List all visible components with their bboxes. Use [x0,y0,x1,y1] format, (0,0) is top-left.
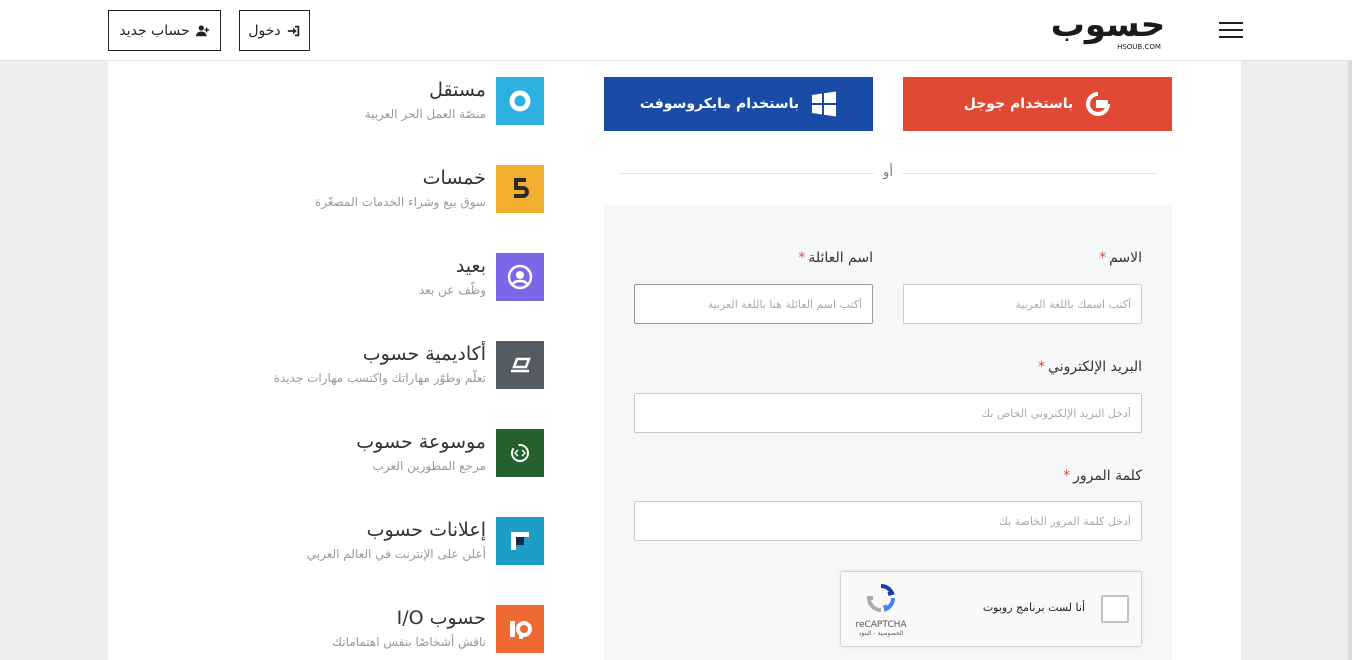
app-subtitle: أعلن على الإنترنت في العالم العربي [306,547,486,561]
password-input[interactable] [634,501,1142,541]
app-title: حسوب I/O [396,607,486,629]
app-subtitle: ناقش أشخاصًا بنفس اهتماماتك [332,635,486,649]
top-header: حسوب HSOUB.COM دخول حساب جديد [0,0,1352,61]
app-subtitle: مرجع المطورين العرب [372,459,486,473]
recaptcha-icon [866,583,896,612]
app-subtitle: منصّة العمل الحر العربية [364,107,486,121]
login-button[interactable]: دخول [239,10,310,51]
svg-text:حسوب: حسوب [1053,6,1163,45]
hsoub-logo[interactable]: حسوب HSOUB.COM [1051,5,1166,52]
menu-icon[interactable] [1219,22,1243,38]
app-subtitle: سوق بيع وشراء الخدمات المصغّرة [314,195,486,209]
mostaql-icon [496,77,544,125]
email-input[interactable] [634,393,1142,433]
app-item-academy[interactable]: أكاديمية حسوب تعلّم وطوّر مهاراتك واكتسب… [108,341,544,401]
google-label: باستخدام جوجل [963,96,1074,112]
signup-label: حساب جديد [119,22,190,39]
app-subtitle: تعلّم وطوّر مهاراتك واكتسب مهارات جديدة [273,371,486,385]
app-subtitle: وظّف عن بعد [418,283,486,297]
recaptcha-logo: reCAPTCHA الخصوصية - البنود [855,582,907,642]
app-title: إعلانات حسوب [366,519,486,541]
recaptcha-label: أنا لست برنامج روبوت [982,601,1085,614]
recaptcha-brand: reCAPTCHA [855,620,907,630]
first-name-input[interactable] [903,284,1142,324]
main-panel: مستقل منصّة العمل الحر العربية خمسات سوق… [108,61,1241,660]
app-item-ads[interactable]: إعلانات حسوب أعلن على الإنترنت في العالم… [108,517,544,577]
app-item-baeed[interactable]: بعيد وظّف عن بعد [108,253,544,313]
password-label: كلمة المرور* [1063,468,1142,484]
scrollbar[interactable] [1348,61,1352,660]
sign-in-icon [287,25,299,36]
microsoft-label: باستخدام مايكروسوفت [639,96,800,112]
google-login-button[interactable]: باستخدام جوجل [903,77,1172,131]
app-title: بعيد [455,255,486,277]
app-title: أكاديمية حسوب [362,343,486,365]
or-text: أو [874,165,902,180]
baeed-icon [496,253,544,301]
app-item-khamsat[interactable]: خمسات سوق بيع وشراء الخدمات المصغّرة [108,165,544,225]
signup-form: الاسم* اسم العائلة* البريد الإلكتروني* ك… [604,205,1172,660]
app-item-mostaql[interactable]: مستقل منصّة العمل الحر العربية [108,77,544,137]
academy-icon [496,341,544,389]
khamsat-icon [496,165,544,213]
first-name-label: الاسم* [1099,250,1142,266]
recaptcha-checkbox[interactable] [1101,595,1129,623]
app-title: موسوعة حسوب [356,431,486,453]
io-icon [496,605,544,653]
app-item-wiki[interactable]: موسوعة حسوب مرجع المطورين العرب [108,429,544,489]
google-icon [1086,92,1111,116]
app-title: خمسات [422,167,486,189]
login-label: دخول [248,22,281,39]
svg-text:HSOUB.COM: HSOUB.COM [1117,43,1161,51]
microsoft-login-button[interactable]: باستخدام مايكروسوفت [604,77,873,131]
ads-icon [496,517,544,565]
wiki-icon [496,429,544,477]
app-title: مستقل [429,79,486,101]
signup-button[interactable]: حساب جديد [108,10,221,51]
user-plus-icon [195,24,209,36]
recaptcha-links[interactable]: الخصوصية - البنود [855,630,907,637]
windows-icon [812,91,837,117]
last-name-label: اسم العائلة* [798,250,873,266]
last-name-input[interactable] [634,284,873,324]
email-label: البريد الإلكتروني* [1038,359,1142,375]
recaptcha-widget: أنا لست برنامج روبوت reCAPTCHA الخصوصية … [840,571,1142,647]
app-item-io[interactable]: حسوب I/O ناقش أشخاصًا بنفس اهتماماتك [108,605,544,660]
